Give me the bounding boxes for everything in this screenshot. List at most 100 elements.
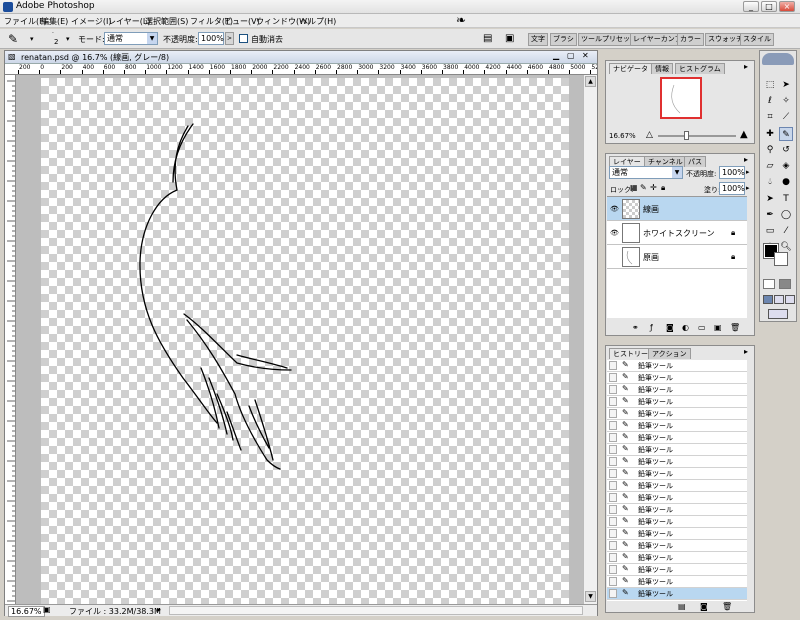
zoom-slider-thumb[interactable] [684,131,689,140]
notes-tool-icon[interactable]: ▭ [763,224,777,238]
layer-opacity-input[interactable]: 100% [719,166,745,179]
status-arrow-icon[interactable]: ▸ [157,605,161,614]
layer-row-white-screen[interactable]: 👁︎ ホワイトスクリーン 🔒︎ [607,221,747,245]
history-source-checkbox[interactable] [609,553,617,562]
layer-mask-icon[interactable]: ◙ [666,323,674,332]
history-row[interactable]: ✎ 鉛筆ツール [607,456,747,468]
history-source-checkbox[interactable] [609,469,617,478]
link-layers-icon[interactable]: ⚭ [632,323,639,332]
move-tool-icon[interactable]: ➤ [779,78,793,92]
lock-all-icon[interactable]: 🔒︎ [661,183,665,193]
history-source-checkbox[interactable] [609,373,617,382]
layer-row-lineart[interactable]: 👁︎ 線画 [607,197,747,221]
layer-row-original[interactable]: 原画 🔒︎ [607,245,747,269]
history-row[interactable]: ✎ 鉛筆ツール [607,516,747,528]
history-source-checkbox[interactable] [609,421,617,430]
history-row[interactable]: ✎ 鉛筆ツール [607,528,747,540]
menu-view[interactable]: ビュー(V) [224,16,260,27]
history-row[interactable]: ✎ 鉛筆ツール [607,468,747,480]
magic-wand-tool-icon[interactable]: ✧ [779,94,793,108]
tool-preset-arrow-icon[interactable]: ▾ [30,35,34,43]
maximize-button[interactable]: □ [761,1,777,12]
well-tab-type[interactable]: 文字 [528,33,548,46]
close-button[interactable]: × [779,1,795,12]
paint-bucket-tool-icon[interactable]: ◈ [779,159,793,173]
history-source-checkbox[interactable] [609,517,617,526]
history-source-checkbox[interactable] [609,361,617,370]
full-screen-menu-mode-icon[interactable] [774,295,784,304]
history-source-checkbox[interactable] [609,505,617,514]
palette-toggle-icon[interactable]: ▣ [505,33,514,44]
eraser-tool-icon[interactable]: ▱ [763,159,777,173]
new-group-icon[interactable]: ▭ [698,323,706,332]
lock-paint-icon[interactable]: ✎ [640,183,647,192]
history-source-checkbox[interactable] [609,493,617,502]
fill-input[interactable]: 100% [719,182,745,195]
zoom-readout[interactable]: 16.67% [8,606,45,617]
palette-menu-icon[interactable]: ▸ [744,62,748,71]
navigator-zoom[interactable]: 16.67% [609,132,636,140]
horizontal-scrollbar[interactable] [169,606,583,615]
adobe-online-icon[interactable]: ❧ [456,13,466,27]
palette-menu-icon[interactable]: ▸ [744,347,748,356]
brush-size[interactable]: 2 [54,38,58,46]
zoom-in-icon[interactable]: ▲ [740,129,748,140]
standard-mode-icon[interactable] [763,279,775,289]
path-selection-tool-icon[interactable]: ➤ [763,192,777,206]
eyedropper-tool-icon[interactable]: ⁄ [779,224,793,238]
opacity-input[interactable]: 100% [198,32,224,45]
history-source-checkbox[interactable] [609,445,617,454]
lasso-tool-icon[interactable]: ℓ [763,94,777,108]
history-row[interactable]: ✎ 鉛筆ツール [607,540,747,552]
history-row[interactable]: ✎ 鉛筆ツール [607,504,747,516]
status-menu-icon[interactable]: ▣ [43,605,51,614]
fill-arrow-icon[interactable]: ▸ [746,184,750,192]
history-row[interactable]: ✎ 鉛筆ツール [607,576,747,588]
crop-tool-icon[interactable]: ⌗ [763,110,777,124]
blend-mode-select[interactable]: 通常 ▼ [609,166,683,179]
scroll-down-arrow-icon[interactable]: ▼ [585,591,596,602]
tab-histogram[interactable]: ヒストグラム [675,63,725,74]
new-layer-icon[interactable]: ▣ [714,323,722,332]
standard-screen-mode-icon[interactable] [763,295,773,304]
full-screen-mode-icon[interactable] [785,295,795,304]
history-source-checkbox[interactable] [609,589,617,598]
pen-tool-icon[interactable]: ✒ [763,208,777,222]
mode-select[interactable]: 通常 ▼ [104,32,158,45]
tab-paths[interactable]: パス [684,156,706,167]
well-tab-color[interactable]: カラー [677,33,704,46]
visibility-eye-icon[interactable]: 👁︎ [610,229,619,237]
doc-close-button[interactable]: ✕ [582,51,589,60]
auto-erase-checkbox[interactable] [239,34,248,43]
history-row[interactable]: ✎ 鉛筆ツール [607,480,747,492]
marquee-tool-icon[interactable]: ⬚ [763,78,777,92]
delete-layer-icon[interactable]: 🗑︎ [730,323,740,332]
history-source-checkbox[interactable] [609,565,617,574]
quick-mask-mode-icon[interactable] [779,279,791,289]
type-tool-icon[interactable]: T [779,192,793,206]
opacity-slider-button[interactable]: > [225,32,234,45]
minimize-button[interactable]: _ [743,1,759,12]
vertical-ruler[interactable] [5,75,16,605]
adjustment-layer-icon[interactable]: ◐ [682,323,689,332]
lock-move-icon[interactable]: ✛ [650,183,657,192]
navigator-preview[interactable] [660,77,702,119]
menu-select[interactable]: 選択範囲(S) [145,16,188,27]
history-row[interactable]: ✎ 鉛筆ツール [607,588,747,600]
history-row[interactable]: ✎ 鉛筆ツール [607,564,747,576]
file-browser-icon[interactable]: ▤ [483,33,492,44]
well-tab-styles[interactable]: スタイル [740,33,774,46]
menu-edit[interactable]: 編集(E) [41,16,68,27]
zoom-out-icon[interactable]: △ [646,130,653,140]
menu-help[interactable]: ヘルプ(H) [300,16,336,27]
blur-tool-icon[interactable]: 💧︎ [763,175,777,189]
shape-tool-icon[interactable]: ◯ [779,208,793,222]
zoom-slider[interactable] [658,135,736,137]
doc-maximize-button[interactable]: ▢ [567,51,575,60]
adobe-feather-icon[interactable] [762,53,794,65]
history-source-checkbox[interactable] [609,457,617,466]
history-row[interactable]: ✎ 鉛筆ツール [607,360,747,372]
dodge-tool-icon[interactable]: ● [779,175,793,189]
tab-info[interactable]: 情報 [651,63,673,74]
visibility-eye-icon[interactable]: 👁︎ [610,205,619,213]
